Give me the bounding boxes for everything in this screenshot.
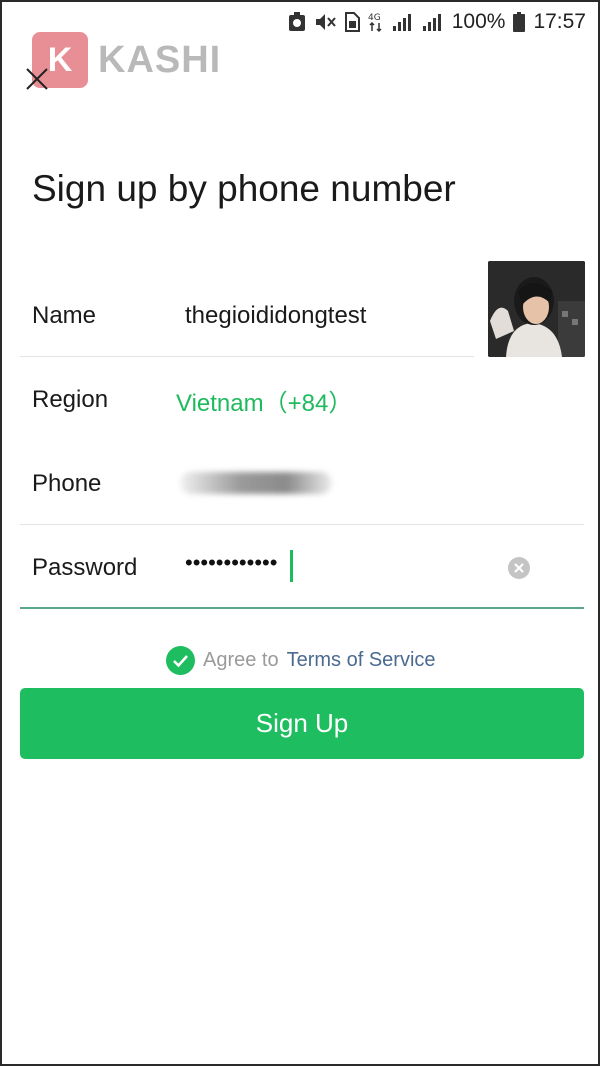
sim-icon	[344, 12, 360, 32]
password-divider-active	[20, 607, 584, 609]
kashi-logo: K KASHI	[32, 32, 221, 88]
terms-of-service-link[interactable]: Terms of Service	[287, 649, 436, 672]
text-cursor	[290, 550, 293, 582]
page-title: Sign up by phone number	[32, 168, 456, 209]
region-row[interactable]: Region Vietnam（+84）	[20, 358, 584, 442]
clock: 17:57	[533, 10, 586, 33]
password-label: Password	[32, 554, 138, 581]
region-select[interactable]: Vietnam（+84）	[176, 383, 352, 418]
clear-input-icon[interactable]	[507, 556, 531, 580]
4g-icon: 4G	[368, 11, 384, 33]
name-label: Name	[32, 302, 97, 329]
region-label: Region	[32, 386, 109, 413]
name-row[interactable]: Name thegioididongtest	[20, 274, 474, 358]
agree-text: Agree to	[203, 649, 279, 671]
app-frame: 4G 100% 17:57 K KASHI Sign up by phone n…	[0, 0, 600, 1066]
password-input[interactable]: ••••••••••••	[185, 550, 277, 576]
battery-icon	[513, 12, 526, 32]
mute-icon	[314, 12, 336, 32]
alarm-icon	[288, 12, 306, 32]
svg-text:4G: 4G	[368, 13, 381, 23]
battery-percent: 100%	[451, 10, 506, 33]
phone-label: Phone	[32, 470, 102, 497]
password-row[interactable]: Password	[20, 526, 584, 610]
phone-input-redacted[interactable]	[180, 472, 332, 494]
sign-up-button[interactable]: Sign Up	[20, 688, 584, 759]
status-bar: 4G 100% 17:57	[288, 8, 586, 36]
logo-text: KASHI	[98, 38, 222, 81]
name-input[interactable]: thegioididongtest	[185, 302, 366, 330]
signal-icon	[392, 12, 414, 32]
signal-icon	[422, 12, 444, 32]
terms-agreement: Agree to Terms of Service	[166, 646, 436, 675]
close-icon[interactable]	[24, 66, 50, 92]
phone-divider	[20, 524, 584, 525]
avatar[interactable]	[488, 261, 585, 357]
checkbox-checked-icon[interactable]	[166, 646, 195, 675]
name-divider	[20, 356, 474, 357]
